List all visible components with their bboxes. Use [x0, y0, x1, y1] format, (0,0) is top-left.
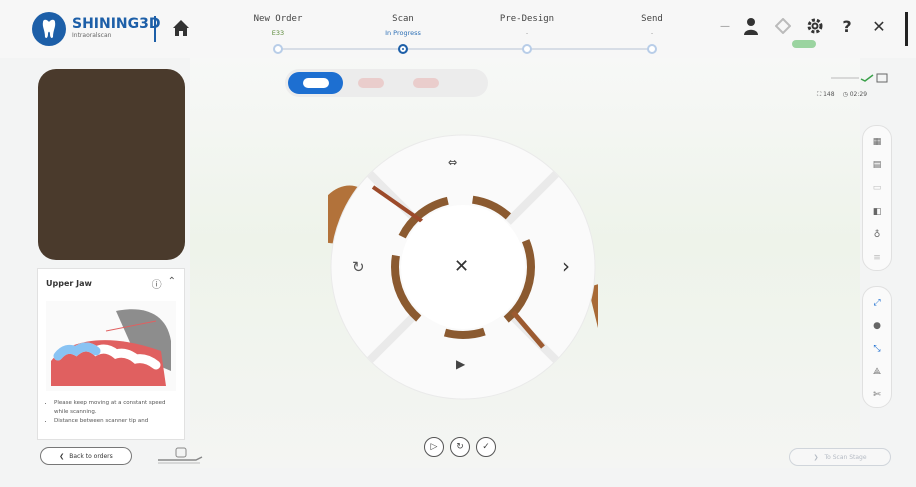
- scan-radial-menu: ⇔ ↻ ✕ › ▶: [320, 132, 613, 402]
- rotate-icon[interactable]: ↻: [352, 258, 365, 276]
- home-icon[interactable]: [170, 17, 192, 39]
- step-new-order[interactable]: New Order E33: [218, 14, 338, 37]
- expand-icon[interactable]: ⤡: [868, 340, 886, 357]
- scan-time-value: 02:29: [849, 91, 868, 98]
- camera-preview: [38, 69, 185, 260]
- back-to-orders-button[interactable]: ❮ Back to orders: [40, 447, 132, 465]
- next-button-label: To Scan Stage: [824, 453, 867, 461]
- palette-icon[interactable]: ●: [868, 317, 886, 334]
- swap-icon[interactable]: ⇔: [448, 156, 457, 169]
- chevron-left-icon: ❮: [59, 452, 65, 460]
- progress-track: [276, 48, 651, 50]
- brand-subtitle: Intraoralscan: [72, 32, 112, 39]
- layers-icon[interactable]: ▭: [868, 180, 886, 197]
- scan-timer: ◷ 02:29: [842, 91, 868, 98]
- step-status: -: [525, 29, 529, 37]
- tooth-select-icon[interactable]: ♁: [868, 226, 886, 243]
- playback-controls: ▷ ↻ ✓: [424, 437, 496, 457]
- play-scan-button[interactable]: ▷: [424, 437, 444, 457]
- bite-icon: [412, 78, 439, 88]
- chevron-up-icon[interactable]: ⌃: [168, 276, 176, 291]
- cancel-scan-icon[interactable]: ✕: [454, 256, 469, 277]
- fit-view-icon[interactable]: ⤢: [868, 294, 886, 311]
- guide-tip: Distance between scanner tip and: [54, 417, 176, 426]
- diamond-icon[interactable]: [772, 14, 794, 38]
- step-title: Pre-Design: [499, 14, 555, 24]
- header-actions: — ? ✕: [720, 14, 890, 38]
- progress-dot-scan: [398, 44, 408, 54]
- align-icon[interactable]: ≡: [868, 250, 886, 267]
- guide-tip: Please keep moving at a constant speed w…: [54, 399, 176, 417]
- scan-guide-card: Upper Jaw ⓘ ⌃ Please keep moving at a co…: [37, 268, 185, 440]
- frame-count-value: 148: [823, 91, 835, 98]
- step-title: Scan: [392, 14, 414, 24]
- connection-status-badge: [792, 40, 816, 48]
- info-icon[interactable]: ⓘ: [152, 276, 162, 291]
- logo-divider: [154, 16, 156, 42]
- step-status: In Progress: [385, 29, 421, 37]
- play-icon[interactable]: ▶: [456, 357, 465, 371]
- brand-name: SHINING3D: [72, 16, 161, 32]
- view-toolbar: ▦ ▤ ▭ ◧ ♁ ≡: [862, 125, 892, 271]
- lower-jaw-icon: [357, 78, 384, 88]
- step-send[interactable]: Send -: [592, 14, 712, 37]
- progress-dot-send: [647, 44, 657, 54]
- next-step-button[interactable]: ❯ To Scan Stage: [789, 448, 891, 466]
- lock-view-icon[interactable]: ◧: [868, 203, 886, 220]
- app-header: SHINING3D Intraoralscan New Order E33 Sc…: [0, 0, 916, 58]
- step-status: -: [650, 29, 654, 37]
- edit-toolbar: ⤢ ● ⤡ ⟁ ✄: [862, 286, 892, 408]
- trim-icon[interactable]: ✄: [868, 387, 886, 404]
- shining3d-logo-icon: [32, 12, 66, 46]
- step-pre-design[interactable]: Pre-Design -: [467, 14, 587, 37]
- guide-title: Upper Jaw: [46, 278, 92, 288]
- help-icon[interactable]: ?: [836, 14, 858, 38]
- next-icon[interactable]: ›: [562, 254, 570, 278]
- window-edge: [905, 12, 908, 46]
- guide-tips: Please keep moving at a constant speed w…: [38, 395, 184, 430]
- step-status: E33: [271, 29, 285, 37]
- redo-button[interactable]: ↻: [450, 437, 470, 457]
- scanner-status-icon: [829, 68, 889, 83]
- close-icon[interactable]: ✕: [868, 14, 890, 38]
- progress-dot-pre-design: [522, 44, 532, 54]
- gear-icon[interactable]: [804, 14, 826, 38]
- mode-lower-jaw[interactable]: [343, 72, 398, 94]
- grid-view-icon[interactable]: ▤: [868, 156, 886, 173]
- back-button-label: Back to orders: [69, 452, 113, 460]
- upper-jaw-illustration: [46, 301, 176, 391]
- network-icon[interactable]: ⟁: [868, 364, 886, 381]
- scan-counters: ⛶ 148 ◷ 02:29: [817, 91, 867, 99]
- step-title: Send: [641, 14, 663, 24]
- frame-count: ⛶ 148: [817, 91, 835, 98]
- minimize-icon[interactable]: —: [720, 21, 730, 32]
- confirm-button[interactable]: ✓: [476, 437, 496, 457]
- step-title: New Order: [253, 14, 303, 24]
- mode-bite[interactable]: [398, 72, 453, 94]
- mode-upper-jaw[interactable]: [288, 72, 343, 94]
- jaw-mode-selector: [285, 69, 488, 97]
- upper-jaw-icon: [302, 78, 329, 88]
- scanner-handpiece-icon[interactable]: [156, 446, 204, 466]
- texture-icon[interactable]: ▦: [868, 133, 886, 150]
- chevron-right-icon: ❯: [813, 453, 819, 461]
- guide-card-header: Upper Jaw ⓘ ⌃: [38, 269, 184, 297]
- progress-dot-new-order: [273, 44, 283, 54]
- user-icon[interactable]: [740, 14, 762, 38]
- step-scan[interactable]: Scan In Progress: [343, 14, 463, 37]
